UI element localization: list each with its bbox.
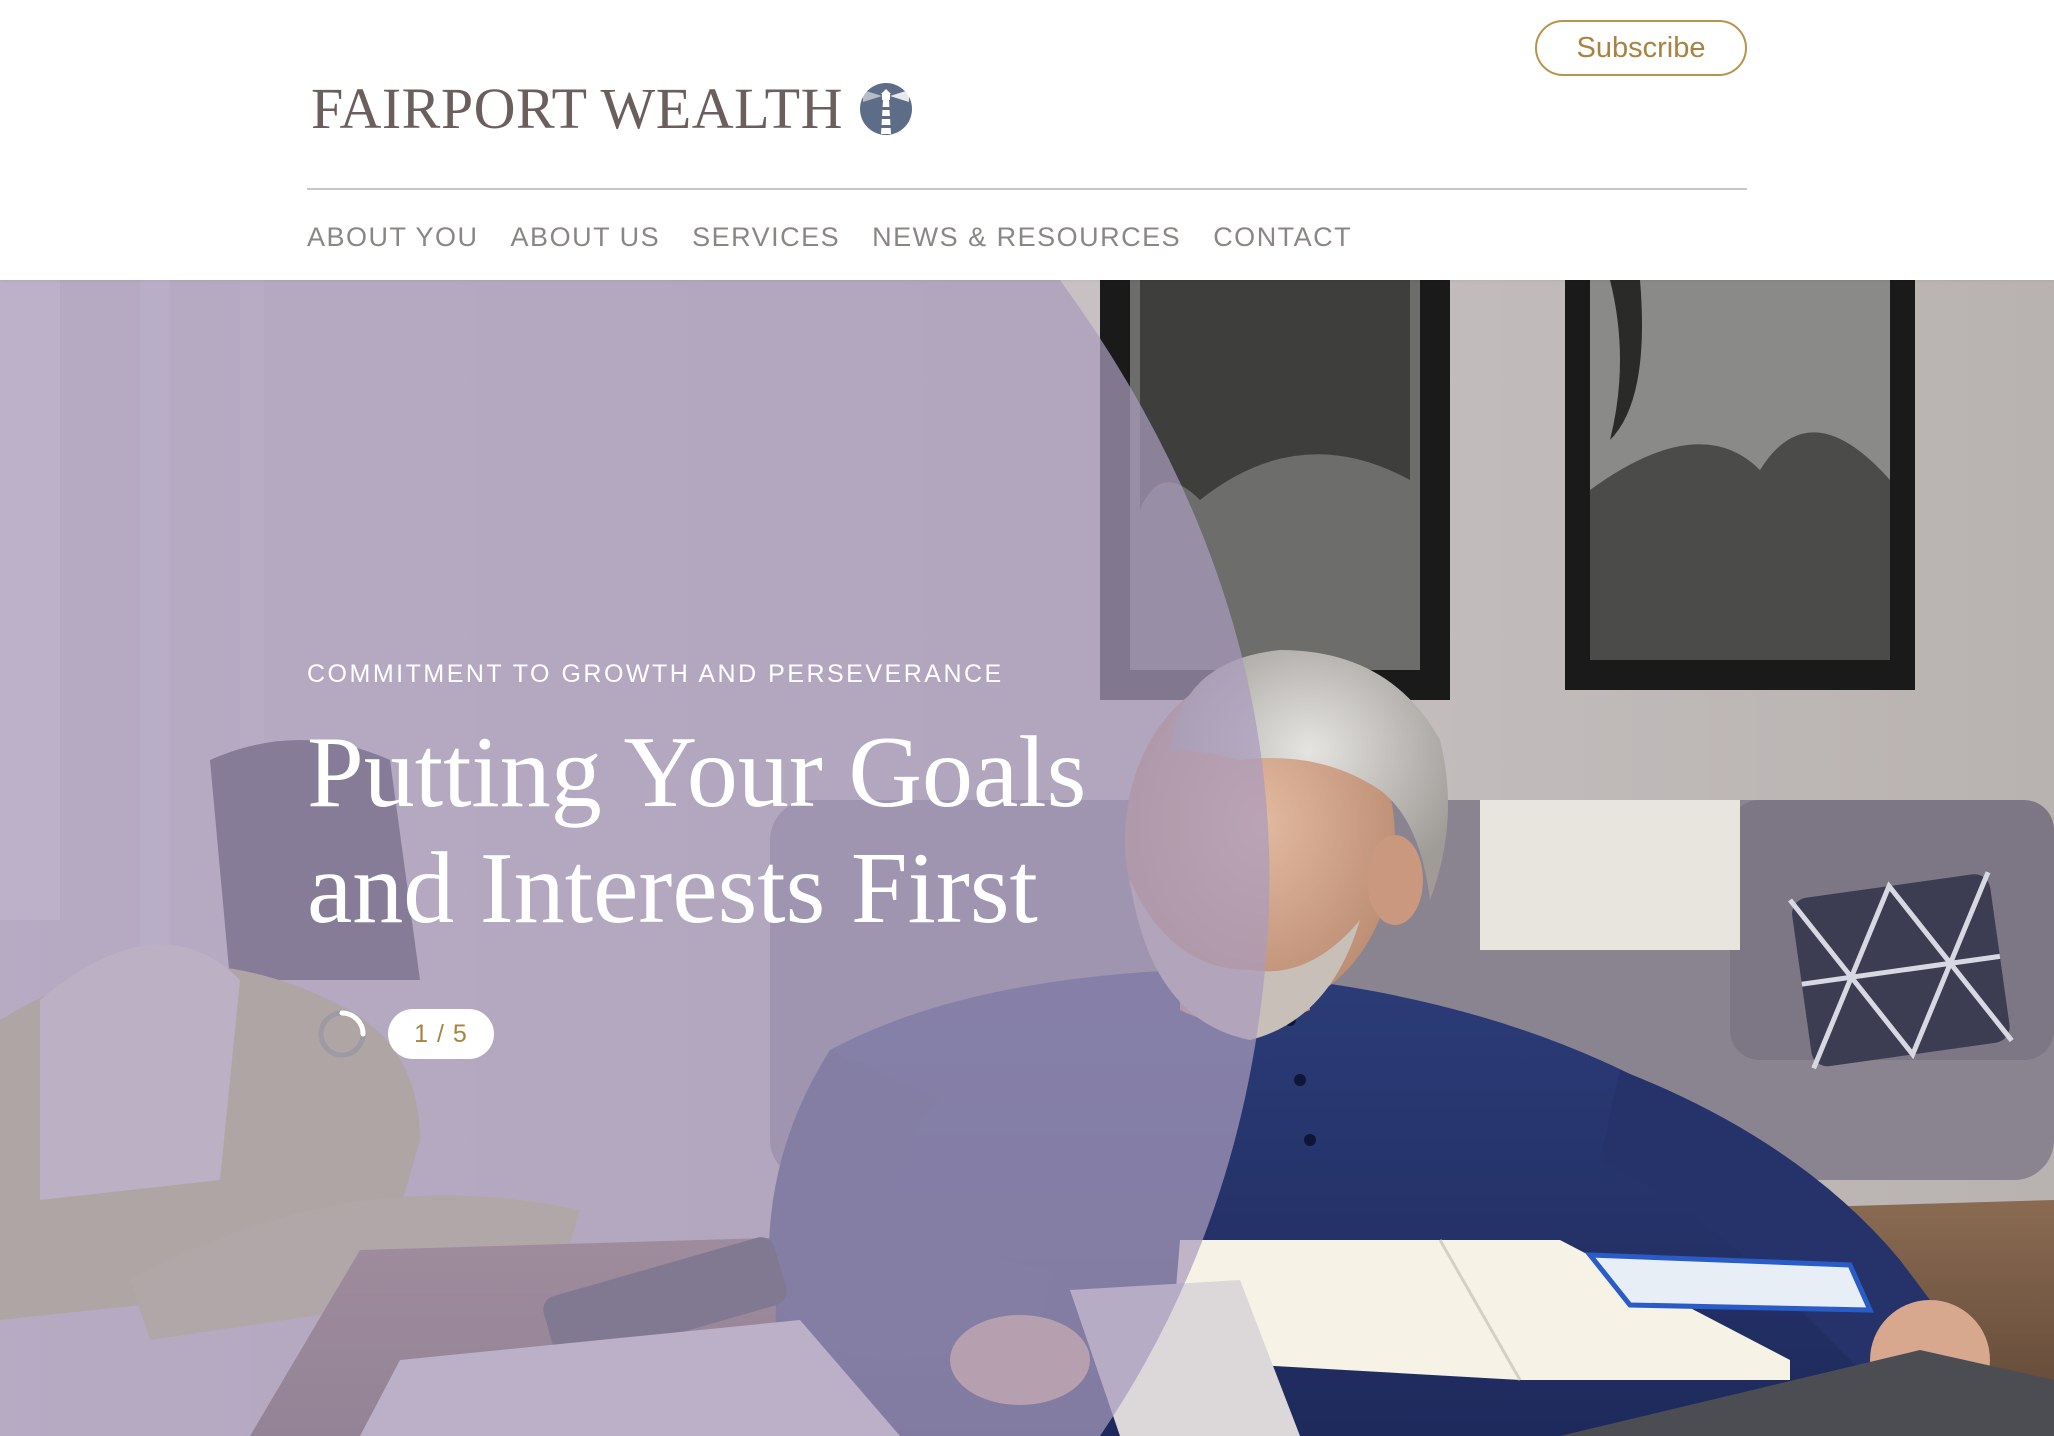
nav-item-services[interactable]: SERVICES xyxy=(692,222,840,253)
nav-item-news-resources[interactable]: NEWS & RESOURCES xyxy=(872,222,1181,253)
site-header: FAIRPORT WEALTH Subscribe ABOUT YOU ABOU… xyxy=(0,0,2054,280)
lighthouse-icon xyxy=(860,83,912,135)
slide-counter: 1 / 5 xyxy=(388,1009,494,1059)
site-logo[interactable]: FAIRPORT WEALTH xyxy=(311,78,913,140)
hero-title-line-2: and Interests First xyxy=(307,832,1038,945)
hero-content: COMMITMENT TO GROWTH AND PERSEVERANCE Pu… xyxy=(307,660,1167,947)
slider-controls: 1 / 5 xyxy=(316,1008,494,1060)
hero-eyebrow: COMMITMENT TO GROWTH AND PERSEVERANCE xyxy=(307,660,1004,688)
header-divider xyxy=(307,188,1747,190)
brand-name: FAIRPORT WEALTH xyxy=(311,76,843,141)
nav-item-about-us[interactable]: ABOUT US xyxy=(511,222,661,253)
main-nav: ABOUT YOU ABOUT US SERVICES NEWS & RESOU… xyxy=(307,215,1384,259)
nav-item-about-you[interactable]: ABOUT YOU xyxy=(307,222,479,253)
hero-section: COMMITMENT TO GROWTH AND PERSEVERANCE Pu… xyxy=(0,280,2054,1436)
hero-title-line-1: Putting Your Goals xyxy=(307,716,1087,829)
subscribe-button[interactable]: Subscribe xyxy=(1535,20,1747,76)
hero-title: Putting Your Goals and Interests First xyxy=(307,715,1167,947)
nav-item-contact[interactable]: CONTACT xyxy=(1213,222,1352,253)
slide-progress-icon[interactable] xyxy=(316,1008,368,1060)
